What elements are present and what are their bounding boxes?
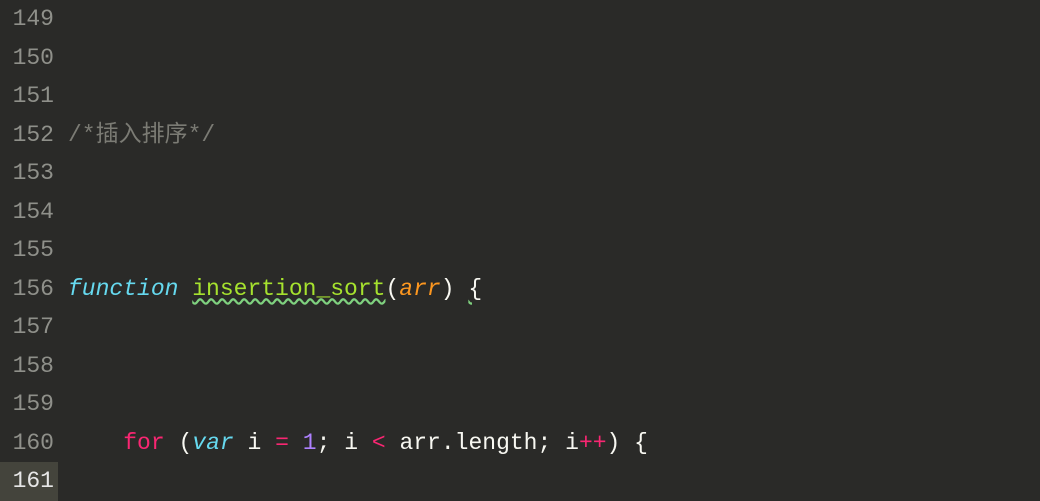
parameter: arr (399, 276, 440, 302)
code-area[interactable]: /*插入排序*/ function insertion_sort(arr) { … (68, 0, 1040, 501)
code-line[interactable]: /*插入排序*/ (68, 116, 1040, 155)
line-number: 155 (0, 231, 58, 270)
line-number: 156 (0, 270, 58, 309)
comment-token: /*插入排序*/ (68, 122, 215, 148)
line-number: 152 (0, 116, 58, 155)
line-number: 158 (0, 347, 58, 386)
line-number: 159 (0, 385, 58, 424)
line-number: 149 (0, 0, 58, 39)
line-number: 154 (0, 193, 58, 232)
line-number: 153 (0, 154, 58, 193)
line-number: 160 (0, 424, 58, 463)
line-number: 151 (0, 77, 58, 116)
keyword-for: for (123, 430, 164, 456)
keyword-function: function (68, 276, 178, 302)
code-editor[interactable]: 149 150 151 152 153 154 155 156 157 158 … (0, 0, 1040, 501)
code-line[interactable]: for (var i = 1; i < arr.length; i++) { (68, 424, 1040, 463)
line-number: 157 (0, 308, 58, 347)
line-gutter: 149 150 151 152 153 154 155 156 157 158 … (0, 0, 68, 501)
function-name: insertion_sort (192, 276, 385, 302)
code-line[interactable]: function insertion_sort(arr) { (68, 270, 1040, 309)
line-number-active: 161 (0, 462, 58, 501)
line-number: 150 (0, 39, 58, 78)
